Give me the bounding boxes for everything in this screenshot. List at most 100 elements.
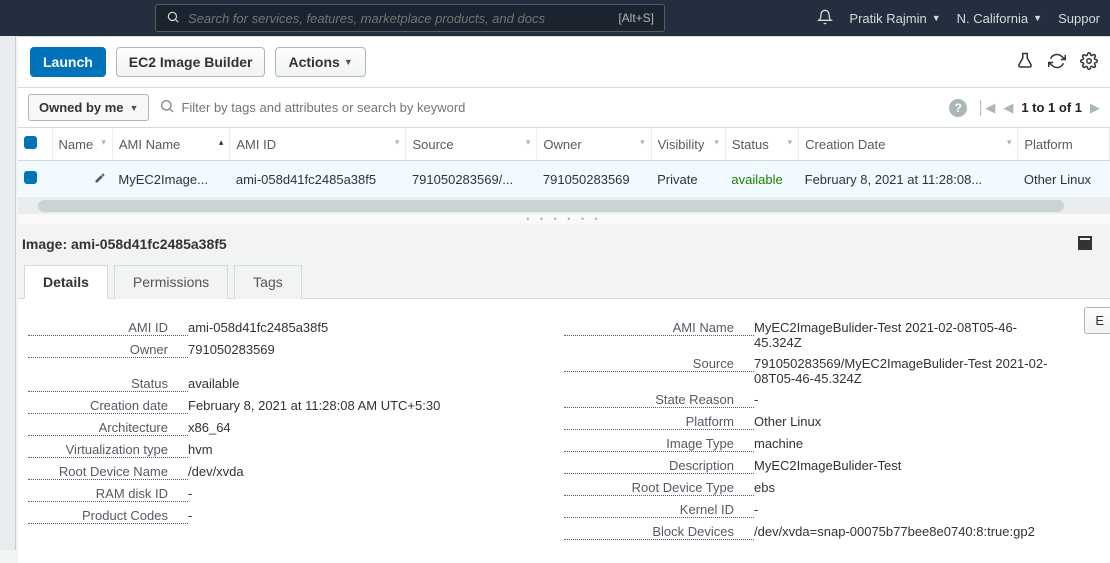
detail-col-left: AMI IDami-058d41fc2485a38f5 Owner7910502… xyxy=(28,317,564,543)
chevron-down-icon: ▼ xyxy=(932,13,941,23)
detail-col-right: AMI NameMyEC2ImageBulider-Test 2021-02-0… xyxy=(564,317,1100,543)
filter-input[interactable] xyxy=(181,100,939,115)
v-imgtype: machine xyxy=(754,436,803,452)
k-arch: Architecture xyxy=(28,420,188,436)
chevron-down-icon: ▼ xyxy=(344,57,353,67)
tab-details[interactable]: Details xyxy=(24,265,108,299)
col-ami-id[interactable]: AMI ID▾ xyxy=(230,128,406,161)
chevron-down-icon: ▼ xyxy=(130,103,139,113)
actions-dropdown[interactable]: Actions ▼ xyxy=(275,47,365,77)
k-ramdisk: RAM disk ID xyxy=(28,486,188,502)
tab-tags[interactable]: Tags xyxy=(234,265,302,299)
col-platform[interactable]: Platform xyxy=(1018,128,1110,161)
k-ami-id: AMI ID xyxy=(28,320,188,336)
k-status: Status xyxy=(28,376,188,392)
v-owner: 791050283569 xyxy=(188,342,275,358)
k-rootname: Root Device Name xyxy=(28,464,188,480)
resize-grip[interactable]: • • • • • • xyxy=(18,214,1110,224)
col-visibility[interactable]: Visibility▾ xyxy=(651,128,725,161)
k-roottype: Root Device Type xyxy=(564,480,754,496)
pager-prev-icon[interactable]: ◀ xyxy=(1003,100,1013,116)
v-ami-name: MyEC2ImageBulider-Test 2021-02-08T05-46-… xyxy=(754,320,1054,350)
action-bar: Launch EC2 Image Builder Actions ▼ xyxy=(18,36,1110,88)
left-rail xyxy=(0,36,16,550)
experiments-icon[interactable] xyxy=(1016,52,1034,73)
k-virt: Virtualization type xyxy=(28,442,188,458)
v-arch: x86_64 xyxy=(188,420,231,436)
refresh-icon[interactable] xyxy=(1048,52,1066,73)
pager-first-icon[interactable]: │◀ xyxy=(977,100,995,116)
actions-label: Actions xyxy=(288,54,339,70)
top-nav: [Alt+S] Pratik Rajmin ▼ N. California ▼ … xyxy=(0,0,1110,36)
k-kernel: Kernel ID xyxy=(564,502,754,518)
col-ami-name[interactable]: AMI Name▴ xyxy=(112,128,229,161)
global-search[interactable]: [Alt+S] xyxy=(155,4,665,32)
user-dropdown[interactable]: Pratik Rajmin ▼ xyxy=(849,11,940,26)
k-platform: Platform xyxy=(564,414,754,430)
detail-panel: Image: ami-058d41fc2485a38f5 Details Per… xyxy=(18,224,1110,563)
k-source: Source xyxy=(564,356,754,372)
launch-button[interactable]: Launch xyxy=(30,47,106,77)
detail-title: Image: ami-058d41fc2485a38f5 xyxy=(22,236,1110,252)
scrollbar-thumb[interactable] xyxy=(38,200,1064,212)
horizontal-scrollbar[interactable] xyxy=(18,198,1110,214)
filter-bar: Owned by me ▼ ? │◀ ◀ 1 to 1 of 1 ▶ xyxy=(18,88,1110,128)
v-platform: Other Linux xyxy=(754,414,821,430)
row-creation: February 8, 2021 at 11:28:08... xyxy=(799,161,1018,198)
row-checkbox[interactable] xyxy=(24,171,37,184)
row-status: available xyxy=(725,161,798,198)
image-builder-button[interactable]: EC2 Image Builder xyxy=(116,47,266,77)
row-ami-name: MyEC2Image... xyxy=(112,161,229,198)
row-source: 791050283569/... xyxy=(406,161,537,198)
row-ami-id: ami-058d41fc2485a38f5 xyxy=(230,161,406,198)
row-platform: Other Linux xyxy=(1018,161,1110,198)
filter-search[interactable] xyxy=(159,98,939,117)
v-ami-id: ami-058d41fc2485a38f5 xyxy=(188,320,328,336)
col-name[interactable]: Name▾ xyxy=(52,128,112,161)
gear-icon[interactable] xyxy=(1080,52,1098,73)
region-name: N. California xyxy=(957,11,1029,26)
v-source: 791050283569/MyEC2ImageBulider-Test 2021… xyxy=(754,356,1054,386)
search-input[interactable] xyxy=(188,11,618,26)
k-imgtype: Image Type xyxy=(564,436,754,452)
v-status: available xyxy=(188,376,239,392)
k-owner: Owner xyxy=(28,342,188,358)
k-state: State Reason xyxy=(564,392,754,408)
pager: │◀ ◀ 1 to 1 of 1 ▶ xyxy=(977,100,1100,116)
pencil-icon[interactable] xyxy=(94,172,106,187)
v-virt: hvm xyxy=(188,442,213,458)
tab-permissions[interactable]: Permissions xyxy=(114,265,228,299)
ownership-filter[interactable]: Owned by me ▼ xyxy=(28,94,149,121)
user-name: Pratik Rajmin xyxy=(849,11,926,26)
search-icon xyxy=(166,10,180,27)
v-state: - xyxy=(754,392,758,408)
k-creation: Creation date xyxy=(28,398,188,414)
pager-next-icon[interactable]: ▶ xyxy=(1090,100,1100,116)
v-kernel: - xyxy=(754,502,758,518)
ami-table: Name▾ AMI Name▴ AMI ID▾ Source▾ Owner▾ V… xyxy=(18,128,1110,198)
col-source[interactable]: Source▾ xyxy=(406,128,537,161)
support-label: Suppor xyxy=(1058,11,1100,26)
table-row[interactable]: MyEC2Image... ami-058d41fc2485a38f5 7910… xyxy=(18,161,1110,198)
k-ami-name: AMI Name xyxy=(564,320,754,336)
v-roottype: ebs xyxy=(754,480,775,496)
pager-text: 1 to 1 of 1 xyxy=(1021,100,1082,115)
v-product: - xyxy=(188,508,192,524)
detail-body: E AMI IDami-058d41fc2485a38f5 Owner79105… xyxy=(18,299,1110,563)
help-icon[interactable]: ? xyxy=(949,99,967,117)
col-owner[interactable]: Owner▾ xyxy=(537,128,651,161)
row-visibility: Private xyxy=(651,161,725,198)
v-block: /dev/xvda=snap-00075b77bee8e0740:8:true:… xyxy=(754,524,1035,540)
col-status[interactable]: Status▾ xyxy=(725,128,798,161)
bell-icon[interactable] xyxy=(817,9,833,28)
support-dropdown[interactable]: Suppor xyxy=(1058,11,1100,26)
select-all-checkbox[interactable] xyxy=(24,136,37,149)
chevron-down-icon: ▼ xyxy=(1033,13,1042,23)
tabs: Details Permissions Tags xyxy=(18,264,1110,299)
maximize-icon[interactable] xyxy=(1078,236,1092,253)
col-creation[interactable]: Creation Date▾ xyxy=(799,128,1018,161)
edit-button[interactable]: E xyxy=(1084,307,1110,334)
region-dropdown[interactable]: N. California ▼ xyxy=(957,11,1042,26)
k-desc: Description xyxy=(564,458,754,474)
row-owner: 791050283569 xyxy=(537,161,651,198)
